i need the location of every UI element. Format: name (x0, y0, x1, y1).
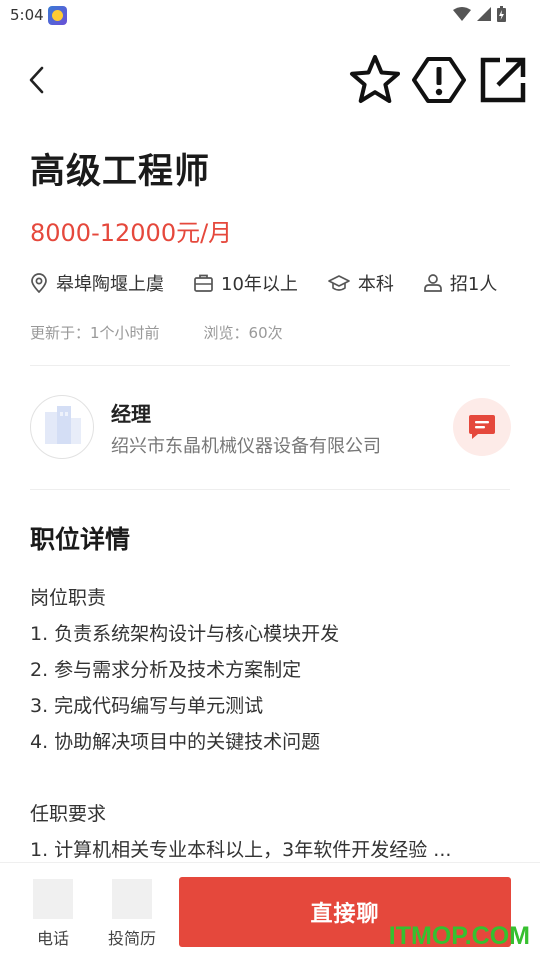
duty-item: 4. 协助解决项目中的关键技术问题 (30, 731, 321, 753)
back-button[interactable] (18, 60, 54, 100)
chat-icon-button[interactable] (453, 398, 511, 456)
update-row: 更新于：1个小时前 浏览：60次 (30, 322, 283, 343)
experience-info: 10年以上 (194, 270, 298, 296)
report-button[interactable] (412, 53, 466, 107)
requirements-heading: 任职要求 (30, 803, 107, 825)
location-text: 皋埠陶堰上虞 (56, 274, 164, 295)
duty-item: 3. 完成代码编写与单元测试 (30, 695, 264, 717)
duty-item: 1. 负责系统架构设计与核心模块开发 (30, 623, 340, 645)
graduation-cap-icon (328, 275, 350, 291)
battery-icon (497, 6, 506, 22)
phone-button[interactable]: 电话 (23, 879, 83, 949)
contact-title: 经理 (111, 402, 151, 426)
resume-icon (112, 879, 152, 919)
view-count: 浏览：60次 (203, 324, 283, 342)
message-icon (469, 415, 495, 439)
divider (30, 489, 510, 490)
app-notification-icon (48, 6, 67, 25)
share-button[interactable] (476, 53, 530, 107)
job-salary: 8000-12000元/月 (30, 219, 233, 247)
briefcase-icon (194, 274, 213, 292)
headcount-info: 招1人 (424, 270, 497, 296)
resume-button[interactable]: 投简历 (102, 879, 162, 949)
wifi-icon (453, 7, 471, 21)
job-meta-row: 皋埠陶堰上虞 10年以上 本科 招1人 (30, 270, 497, 296)
duty-item: 2. 参与需求分析及技术方案制定 (30, 659, 302, 681)
headcount-text: 招1人 (449, 274, 498, 295)
back-arrow-icon (29, 66, 44, 94)
location-info: 皋埠陶堰上虞 (30, 270, 164, 296)
signal-icon (477, 7, 491, 21)
phone-label: 电话 (36, 929, 69, 948)
updated-time: 更新于：1个小时前 (30, 324, 160, 342)
phone-icon (33, 879, 73, 919)
header-actions (348, 53, 530, 107)
job-description: 岗位职责 1. 负责系统架构设计与核心模块开发 2. 参与需求分析及技术方案制定… (30, 580, 510, 868)
duties-heading: 岗位职责 (30, 587, 107, 609)
divider (30, 365, 510, 366)
section-title: 职位详情 (30, 525, 131, 554)
report-icon (412, 57, 466, 103)
resume-label: 投简历 (107, 929, 156, 948)
status-time: 5:04 (10, 6, 44, 24)
status-icons (453, 6, 506, 22)
location-pin-icon (31, 273, 47, 293)
share-icon (480, 57, 526, 103)
star-icon (350, 55, 400, 103)
building-icon (45, 406, 81, 444)
education-text: 本科 (357, 274, 394, 295)
education-info: 本科 (328, 270, 394, 296)
company-logo[interactable] (30, 395, 94, 459)
favorite-button[interactable] (348, 53, 402, 107)
watermark: ITMOP.COM (388, 922, 530, 950)
company-name[interactable]: 绍兴市东晶机械仪器设备有限公司 (111, 432, 381, 458)
status-bar: 5:04 (0, 0, 540, 32)
person-icon (424, 274, 442, 292)
experience-text: 10年以上 (221, 274, 298, 295)
job-title: 高级工程师 (30, 152, 211, 192)
